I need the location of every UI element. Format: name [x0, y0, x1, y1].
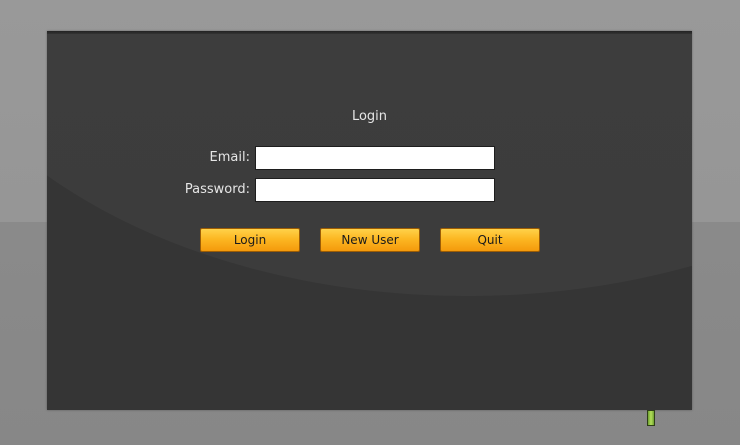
- login-button[interactable]: Login: [200, 228, 300, 252]
- new-user-button[interactable]: New User: [320, 228, 420, 252]
- panel-top-edge: [47, 31, 692, 34]
- password-label: Password:: [184, 182, 250, 197]
- login-panel: Login Email: Password: Login New User Qu…: [47, 31, 692, 410]
- password-field[interactable]: [255, 178, 495, 202]
- login-title: Login: [351, 109, 388, 124]
- quit-button[interactable]: Quit: [440, 228, 540, 252]
- email-field[interactable]: [255, 146, 495, 170]
- email-label: Email:: [209, 150, 250, 165]
- status-light-icon: [647, 410, 655, 426]
